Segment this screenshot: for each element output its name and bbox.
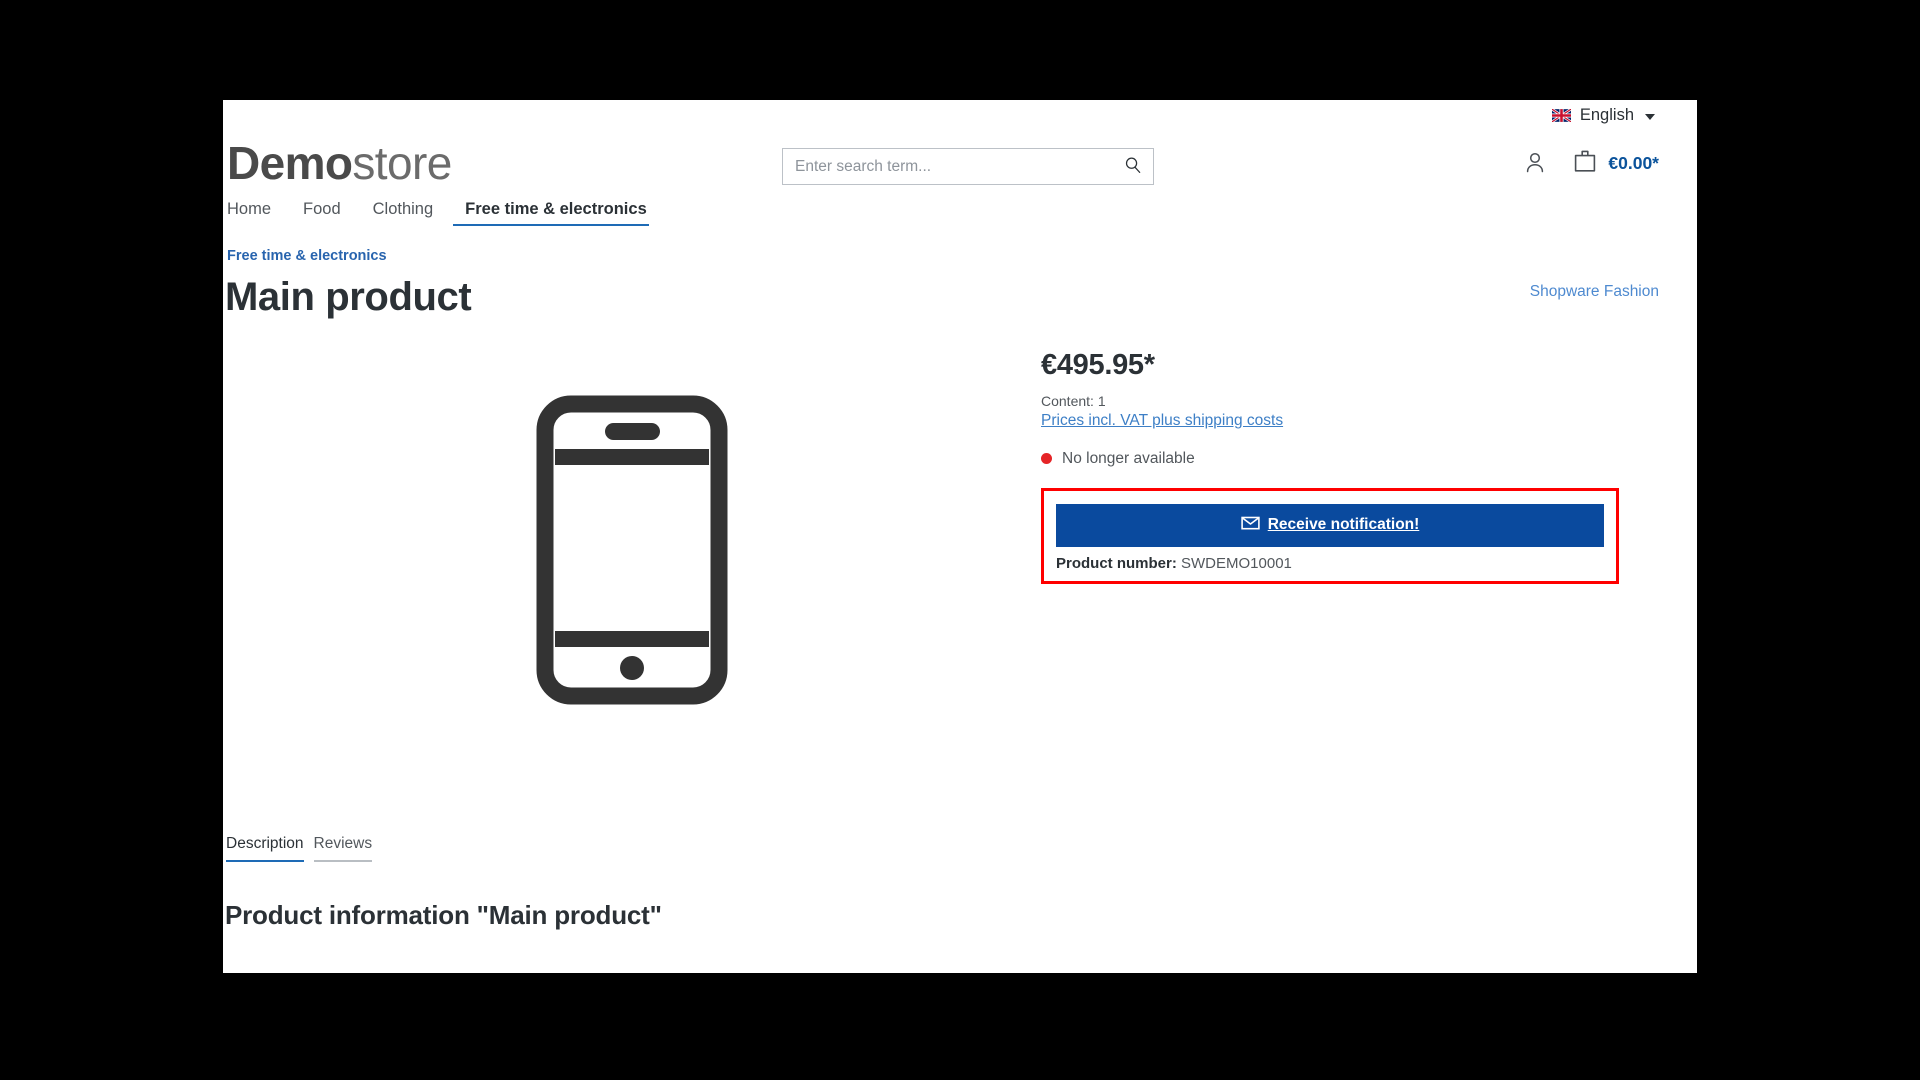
cart-amount: €0.00*: [1608, 153, 1659, 173]
storefront-page: English Demostore Enter search term... €…: [223, 100, 1697, 973]
receive-notification-label: Receive notification!: [1267, 516, 1420, 534]
header-actions: €0.00*: [1523, 148, 1659, 179]
main-navigation: Home Food Clothing Free time & electroni…: [227, 192, 649, 226]
product-price: €495.95*: [1041, 349, 1155, 381]
tab-description[interactable]: Description: [226, 835, 304, 862]
shopping-bag-icon: [1573, 148, 1597, 179]
search-button[interactable]: [1117, 153, 1149, 180]
product-number-label: Product number:: [1056, 554, 1177, 572]
search-bar: [782, 148, 1154, 185]
site-logo[interactable]: Demostore: [227, 140, 452, 186]
language-selector[interactable]: English: [1551, 106, 1655, 125]
smartphone-icon: [536, 395, 728, 705]
availability-label: No longer available: [1062, 449, 1195, 467]
product-content: Content: 1: [1041, 392, 1106, 409]
language-label: English: [1579, 106, 1634, 124]
status-dot-icon: [1041, 453, 1052, 465]
logo-light-text: store: [352, 137, 452, 189]
search-input[interactable]: [783, 149, 1113, 184]
envelope-icon: [1241, 516, 1260, 535]
breadcrumb[interactable]: Free time & electronics: [227, 248, 387, 264]
product-number-value: SWDEMO10001: [1181, 554, 1292, 572]
product-detail-tabs: Description Reviews: [226, 835, 373, 862]
product-gallery[interactable]: [227, 350, 1037, 750]
nav-item-clothing[interactable]: Clothing: [361, 200, 454, 226]
notification-highlight-region: Receive notification! Product number: SW…: [1041, 487, 1619, 584]
manufacturer-link[interactable]: Shopware Fashion: [1530, 283, 1659, 301]
user-icon: [1523, 150, 1547, 178]
tab-reviews[interactable]: Reviews: [313, 835, 373, 862]
account-button[interactable]: [1523, 150, 1547, 178]
search-icon: [1124, 156, 1142, 177]
product-number: Product number: SWDEMO10001: [1056, 555, 1604, 572]
product-buy-box: €495.95* Content: 1 Prices incl. VAT plu…: [1041, 349, 1641, 584]
logo-bold-text: Demo: [227, 137, 353, 189]
nav-item-free-time-electronics[interactable]: Free time & electronics: [453, 200, 649, 226]
receive-notification-button[interactable]: Receive notification!: [1056, 503, 1604, 547]
page-title: Main product: [225, 275, 472, 319]
chevron-down-icon: [1645, 113, 1655, 120]
cart-button[interactable]: €0.00*: [1573, 148, 1659, 179]
description-heading: Product information "Main product": [225, 900, 662, 930]
tax-shipping-link[interactable]: Prices incl. VAT plus shipping costs: [1041, 412, 1283, 430]
nav-item-home[interactable]: Home: [227, 200, 291, 226]
nav-item-food[interactable]: Food: [291, 200, 361, 226]
availability-status: No longer available: [1041, 450, 1641, 468]
uk-flag-icon: [1551, 109, 1571, 122]
